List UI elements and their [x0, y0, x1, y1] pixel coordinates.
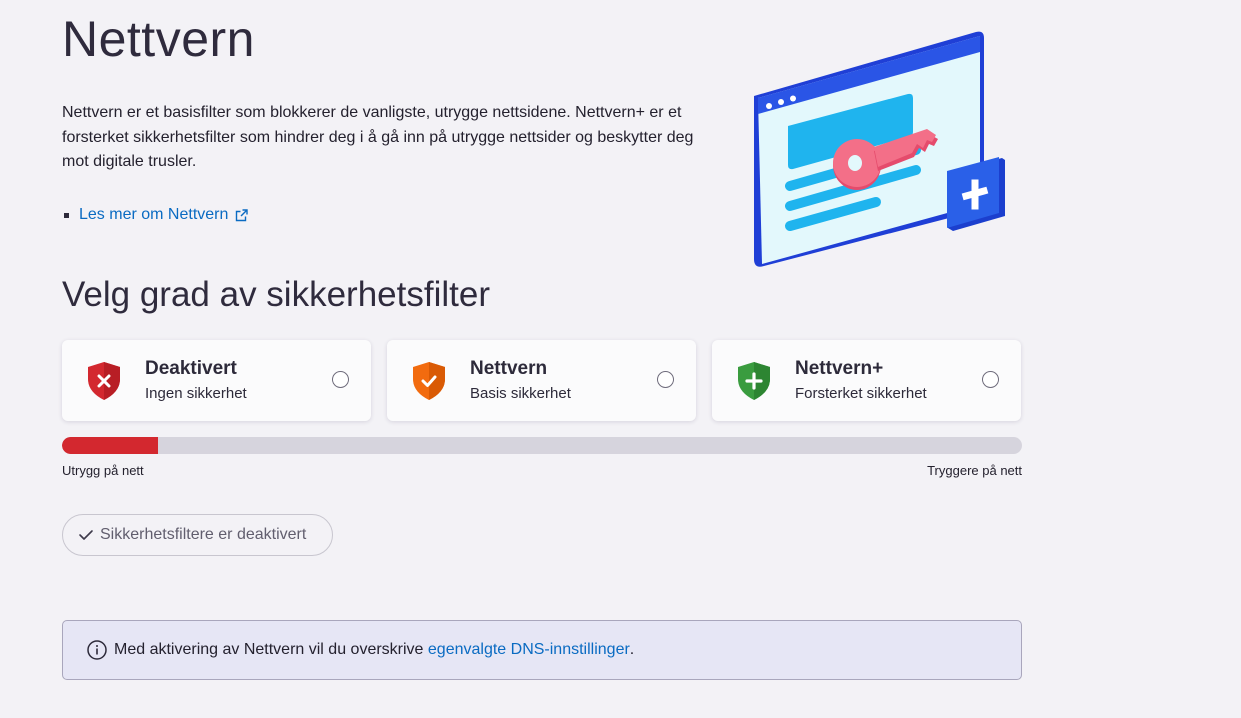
- option-title: Nettvern: [470, 358, 548, 379]
- plus-shield-icon: [737, 361, 771, 406]
- external-link-icon[interactable]: [235, 208, 249, 222]
- option-title: Deaktivert: [145, 358, 237, 379]
- section-title: Velg grad av sikkerhetsfilter: [62, 275, 490, 314]
- option-nettvern-plus[interactable]: Nettvern+ Forsterket sikkerhet: [712, 340, 1021, 421]
- check-shield-icon: [412, 361, 446, 406]
- read-more-link[interactable]: Les mer om Nettvern: [79, 206, 228, 224]
- info-text: Med aktivering av Nettvern vil du oversk…: [114, 641, 424, 658]
- status-text: Sikkerhetsfiltere er deaktivert: [100, 526, 307, 543]
- scale-label-left: Utrygg på nett: [62, 463, 144, 478]
- read-more-row: Les mer om Nettvern: [62, 206, 249, 224]
- radio-deaktivert[interactable]: [332, 371, 349, 388]
- option-nettvern[interactable]: Nettvern Basis sikkerhet: [387, 340, 696, 421]
- info-text-end: .: [629, 641, 635, 658]
- page-title: Nettvern: [62, 11, 255, 67]
- browser-key-illustration: [744, 26, 1009, 276]
- radio-nettvern[interactable]: [657, 371, 674, 388]
- option-subtitle: Ingen sikkerhet: [145, 385, 247, 402]
- security-level-bar: [62, 437, 1022, 454]
- option-title: Nettvern+: [795, 358, 884, 379]
- status-badge: Sikkerhetsfiltere er deaktivert: [62, 514, 333, 556]
- check-icon: [78, 528, 94, 542]
- bullet: [64, 212, 69, 218]
- option-subtitle: Basis sikkerhet: [470, 385, 571, 402]
- option-subtitle: Forsterket sikkerhet: [795, 385, 927, 402]
- option-deaktivert[interactable]: Deaktivert Ingen sikkerhet: [62, 340, 371, 421]
- scale-label-right: Tryggere på nett: [927, 463, 1022, 478]
- filter-options: Deaktivert Ingen sikkerhet Nettvern Basi…: [62, 340, 1021, 421]
- intro-text: Nettvern er et basisfilter som blokkerer…: [62, 104, 694, 170]
- info-banner: Med aktivering av Nettvern vil du oversk…: [62, 620, 1022, 680]
- radio-nettvern-plus[interactable]: [982, 371, 999, 388]
- dns-settings-link[interactable]: egenvalgte DNS-innstillinger: [428, 641, 630, 659]
- security-level-fill: [62, 437, 158, 454]
- info-icon: [87, 640, 107, 660]
- x-shield-icon: [87, 361, 121, 406]
